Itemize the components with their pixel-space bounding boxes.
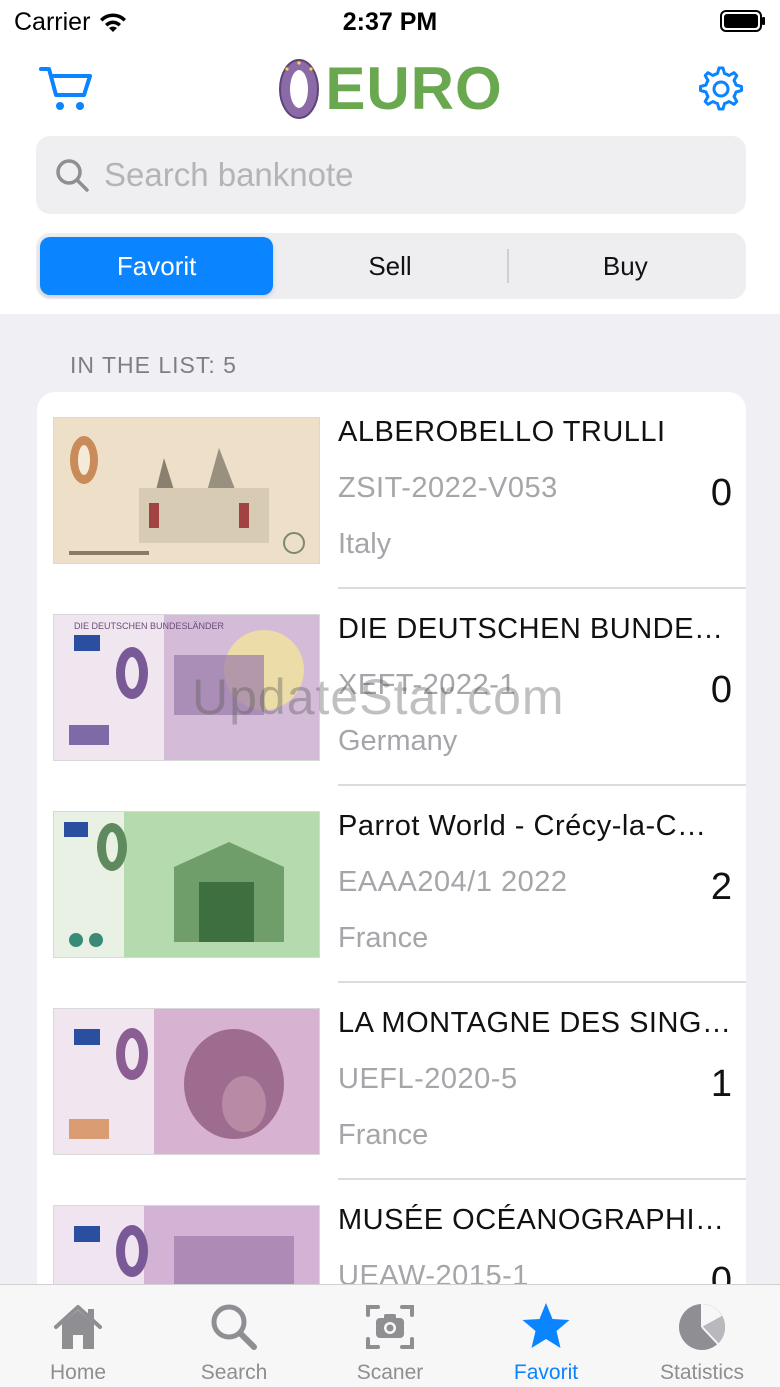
camera-icon: [366, 1305, 414, 1349]
battery-icon: [720, 10, 765, 32]
banknote-count: 1: [710, 1063, 732, 1105]
segment-buy[interactable]: Buy: [509, 237, 742, 295]
banknote-title: ALBEROBELLO TRULLI: [338, 416, 666, 448]
gear-icon[interactable]: [694, 64, 744, 114]
banknote-title: DIE DEUTSCHEN BUNDES…: [338, 613, 733, 645]
banknote-count: 0: [710, 1260, 732, 1284]
favorites-content: IN THE LIST: 5 ALBEROBELLO TRULLI ZSIT-2…: [0, 314, 780, 1284]
app-logo: EURO: [0, 54, 780, 123]
status-bar: Carrier 2:37 PM: [0, 0, 780, 44]
banknote-thumbnail: [53, 1205, 320, 1284]
banknote-country: Italy: [338, 528, 392, 560]
banknote-thumbnail: [53, 1008, 320, 1155]
star-icon: [522, 1303, 570, 1348]
tab-favorit[interactable]: Favorit: [468, 1285, 624, 1387]
banknote-list: ALBEROBELLO TRULLI ZSIT-2022-V053 Italy …: [37, 392, 746, 1284]
tab-bar: Home Search Scaner Favorit Statistics: [0, 1284, 780, 1387]
banknote-country: France: [338, 922, 429, 954]
banknote-title: LA MONTAGNE DES SING…: [338, 1007, 732, 1039]
segmented-control: Favorit Sell Buy: [36, 233, 746, 299]
banknote-code: UEFL-2020-5: [338, 1063, 518, 1095]
list-item[interactable]: MUSÉE OCÉANOGRAPHI… UEAW-2015-1 0: [37, 1180, 746, 1284]
search-icon: [211, 1304, 257, 1350]
banknote-code: UEAW-2015-1: [338, 1260, 529, 1284]
pie-chart-icon: [679, 1304, 726, 1350]
search-bar[interactable]: [36, 136, 746, 214]
logo-text: EURO: [325, 55, 503, 122]
svg-text:DIE DEUTSCHEN BUNDESLÄNDER: DIE DEUTSCHEN BUNDESLÄNDER: [74, 621, 225, 631]
banknote-thumbnail: [53, 811, 320, 958]
tab-home[interactable]: Home: [0, 1285, 156, 1387]
list-item[interactable]: Parrot World - Crécy-la-C… EAAA204/1 202…: [37, 786, 746, 983]
segment-sell[interactable]: Sell: [273, 237, 506, 295]
banknote-code: XEFT-2022-1: [338, 669, 516, 701]
list-item[interactable]: DIE DEUTSCHEN BUNDESLÄNDER DIE DEUTSCHEN…: [37, 589, 746, 786]
logo-zero-icon: [279, 58, 320, 119]
home-icon: [54, 1305, 102, 1349]
banknote-title: Parrot World - Crécy-la-C…: [338, 810, 707, 842]
banknote-thumbnail: [53, 417, 320, 564]
clock: 2:37 PM: [342, 8, 438, 36]
tab-search[interactable]: Search: [156, 1285, 312, 1387]
banknote-code: ZSIT-2022-V053: [338, 472, 558, 504]
list-count-label: IN THE LIST: 5: [70, 352, 237, 378]
tab-scaner[interactable]: Scaner: [312, 1285, 468, 1387]
banknote-count: 0: [710, 669, 732, 711]
list-item[interactable]: ALBEROBELLO TRULLI ZSIT-2022-V053 Italy …: [37, 392, 746, 589]
banknote-count: 2: [710, 866, 732, 908]
segment-favorit[interactable]: Favorit: [40, 237, 274, 295]
banknote-thumbnail: DIE DEUTSCHEN BUNDESLÄNDER: [53, 614, 320, 761]
app-header: EURO: [0, 52, 780, 124]
list-item[interactable]: LA MONTAGNE DES SING… UEFL-2020-5 France…: [37, 983, 746, 1180]
banknote-title: MUSÉE OCÉANOGRAPHI…: [338, 1204, 725, 1236]
search-icon: [56, 159, 89, 192]
tab-statistics[interactable]: Statistics: [624, 1285, 780, 1387]
banknote-code: EAAA204/1 2022: [338, 866, 568, 898]
banknote-country: Germany: [338, 725, 458, 757]
banknote-country: France: [338, 1119, 429, 1151]
banknote-count: 0: [710, 472, 732, 514]
search-input[interactable]: [104, 156, 684, 194]
